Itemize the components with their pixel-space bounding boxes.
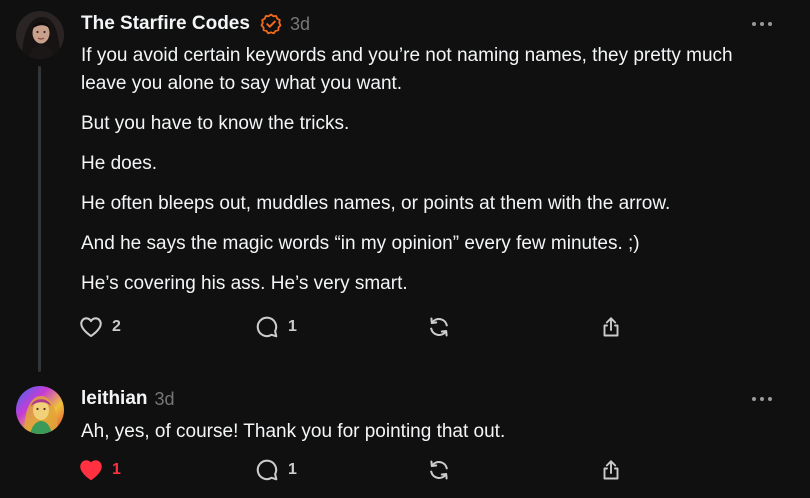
comment-bubble-icon: [254, 457, 280, 483]
like-button[interactable]: 2: [78, 313, 121, 341]
more-dots-icon[interactable]: [752, 17, 772, 31]
post-paragraph: And he says the magic words “in my opini…: [81, 233, 640, 254]
share-button[interactable]: [599, 456, 623, 484]
post-body: Ah, yes, of course! Thank you for pointi…: [81, 418, 781, 458]
verified-badge-icon: [260, 13, 282, 35]
repost-arrows-icon: [426, 457, 452, 483]
like-count: 2: [112, 318, 121, 335]
repost-button[interactable]: [426, 456, 452, 484]
reply-button[interactable]: 1: [254, 313, 297, 341]
thread-line: [38, 66, 41, 372]
post-actions: 2 1: [78, 313, 638, 341]
share-button[interactable]: [599, 313, 623, 341]
avatar[interactable]: [16, 11, 64, 59]
post-body: If you avoid certain keywords and you’re…: [81, 42, 781, 310]
more-dots-icon[interactable]: [752, 392, 772, 406]
repost-arrows-icon: [426, 314, 452, 340]
post-actions: 1 1: [78, 456, 638, 484]
comment-bubble-icon: [254, 314, 280, 340]
like-button[interactable]: 1: [78, 456, 121, 484]
post-paragraph: If you avoid certain keywords and you’re…: [81, 45, 733, 94]
avatar[interactable]: [16, 386, 64, 434]
post-paragraph: Ah, yes, of course! Thank you for pointi…: [81, 421, 506, 442]
share-arrow-icon: [599, 315, 623, 339]
post-timestamp[interactable]: 3d: [290, 14, 310, 35]
reply-count: 1: [288, 318, 297, 335]
reply-count: 1: [288, 461, 297, 478]
post-paragraph: He’s covering his ass. He’s very smart.: [81, 273, 408, 294]
heart-icon: [78, 457, 104, 483]
thread-feed: The Starfire Codes 3d If you avoid certa…: [0, 0, 810, 498]
post-timestamp[interactable]: 3d: [155, 389, 175, 410]
share-arrow-icon: [599, 458, 623, 482]
post-header: The Starfire Codes 3d: [81, 11, 310, 37]
author-name[interactable]: The Starfire Codes: [81, 13, 250, 35]
post-paragraph: He does.: [81, 153, 158, 174]
post: The Starfire Codes 3d If you avoid certa…: [0, 0, 810, 372]
reply-button[interactable]: 1: [254, 456, 297, 484]
heart-icon: [78, 314, 104, 340]
repost-button[interactable]: [426, 313, 452, 341]
like-count: 1: [112, 461, 121, 478]
post-paragraph: He often bleeps out, muddles names, or p…: [81, 193, 671, 214]
post-header: leithian 3d: [81, 386, 175, 412]
author-name[interactable]: leithian: [81, 388, 148, 410]
post: leithian 3d Ah, yes, of course! Thank yo…: [0, 370, 810, 498]
post-paragraph: But you have to know the tricks.: [81, 113, 350, 134]
